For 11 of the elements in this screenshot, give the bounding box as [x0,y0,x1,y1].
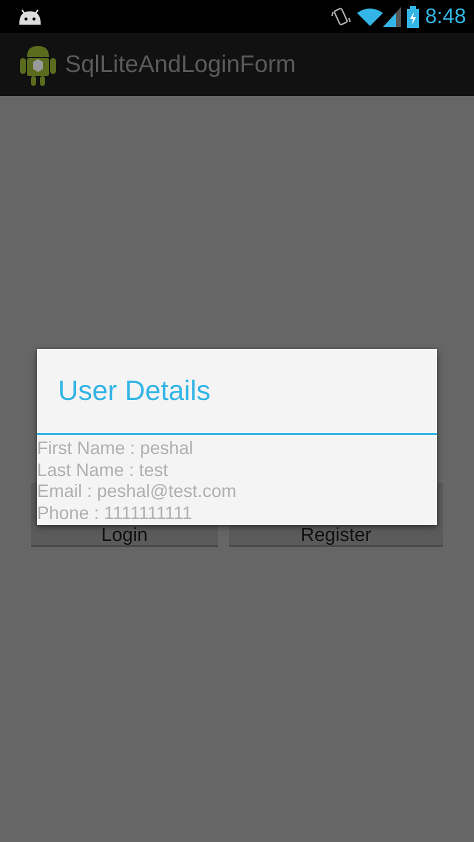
app-title: SqlLiteAndLoginForm [65,50,296,78]
clock: 8:48 [425,4,466,28]
detail-line: Last Name : test [37,460,170,481]
detail-line: Email : peshal@test.com [37,481,238,502]
signal-icon [383,6,402,26]
detail-line: Phone : 1111111111 [37,502,194,524]
battery-icon [407,6,420,28]
vibrate-icon [331,6,352,28]
android-icon [18,8,42,24]
detail-line: First Name : peshal [37,438,194,460]
dialog-title: User Details [57,374,212,407]
